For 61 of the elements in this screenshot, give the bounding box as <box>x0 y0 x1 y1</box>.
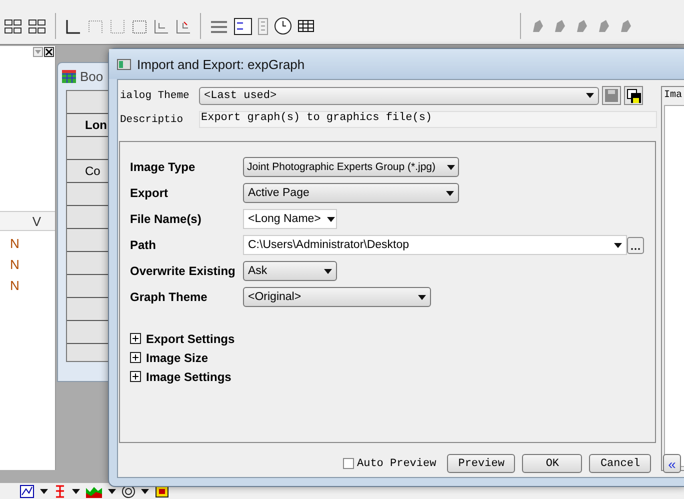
window-icon <box>117 58 131 70</box>
spiral-icon[interactable] <box>122 484 135 498</box>
dialog-button[interactable]: Cancel <box>589 454 652 473</box>
table-cell: N <box>10 278 20 294</box>
disks-icon <box>626 88 640 102</box>
panel-label: Ima <box>664 90 684 101</box>
caret-icon <box>446 190 454 196</box>
field-label: Overwrite Existing <box>130 264 236 278</box>
section-label[interactable]: Export Settings <box>146 332 235 346</box>
caret-icon <box>40 488 48 494</box>
expand-icon[interactable] <box>130 371 141 382</box>
theme-dropdown[interactable]: <Last used> <box>199 86 599 104</box>
field-label: Export <box>130 186 170 200</box>
field-label: File Name(s) <box>130 212 202 226</box>
lines-icon[interactable] <box>210 18 228 34</box>
dialog-button[interactable]: OK <box>522 454 582 473</box>
combo-box[interactable]: <Long Name> <box>243 209 337 229</box>
expand-icon[interactable] <box>130 352 141 363</box>
clock-icon[interactable] <box>274 17 292 35</box>
dropdown[interactable]: Ask <box>243 261 337 281</box>
dialog-button[interactable]: Preview <box>447 454 516 473</box>
table-cell: N <box>10 236 20 252</box>
description-text: Export graph(s) to graphics file(s) <box>199 111 657 128</box>
section-label[interactable]: Image Settings <box>146 370 232 384</box>
browse-button[interactable] <box>627 236 644 254</box>
caret-icon <box>586 93 594 98</box>
layout-icon[interactable] <box>4 18 22 34</box>
checkbox-label: Auto Preview <box>357 458 436 470</box>
caret-icon <box>447 164 455 170</box>
chart-icon[interactable] <box>20 484 34 498</box>
legend-icon[interactable] <box>234 18 252 34</box>
error-bar-icon[interactable] <box>54 484 66 498</box>
field-label: ialog Theme <box>120 90 190 102</box>
caret-icon <box>326 216 335 222</box>
frame-icon[interactable] <box>131 18 147 34</box>
layout-icon[interactable] <box>28 18 46 34</box>
field-label: Path <box>130 238 158 252</box>
table-icon[interactable] <box>298 20 314 32</box>
caret-icon <box>324 268 332 274</box>
collapse-button[interactable]: « <box>663 454 682 473</box>
field-label: Image Type <box>130 160 196 174</box>
grid-icon <box>62 70 76 83</box>
caret-icon <box>72 488 80 494</box>
dropdown[interactable]: Active Page <box>243 183 459 203</box>
column-header: V <box>0 211 55 231</box>
section-label[interactable]: Image Size <box>146 350 208 364</box>
axis-icon[interactable] <box>65 18 81 34</box>
window-title: Boo <box>80 69 104 84</box>
expand-icon[interactable] <box>130 333 141 344</box>
area-chart-icon[interactable] <box>86 484 102 498</box>
field-label: Graph Theme <box>130 290 208 304</box>
table-cell: N <box>10 257 20 273</box>
dropdown[interactable]: Joint Photographic Experts Group (*.jpg) <box>243 157 459 177</box>
caret-icon <box>418 294 426 300</box>
close-icon[interactable] <box>44 47 54 57</box>
dropdown[interactable]: <Original> <box>243 287 431 307</box>
path-field[interactable]: C:\Users\Administrator\Desktop <box>243 235 627 255</box>
caret-icon <box>614 242 622 248</box>
save-as-button[interactable] <box>624 86 643 105</box>
checkbox[interactable] <box>343 458 354 469</box>
dialog-title: Import and Export: expGraph <box>137 56 305 72</box>
